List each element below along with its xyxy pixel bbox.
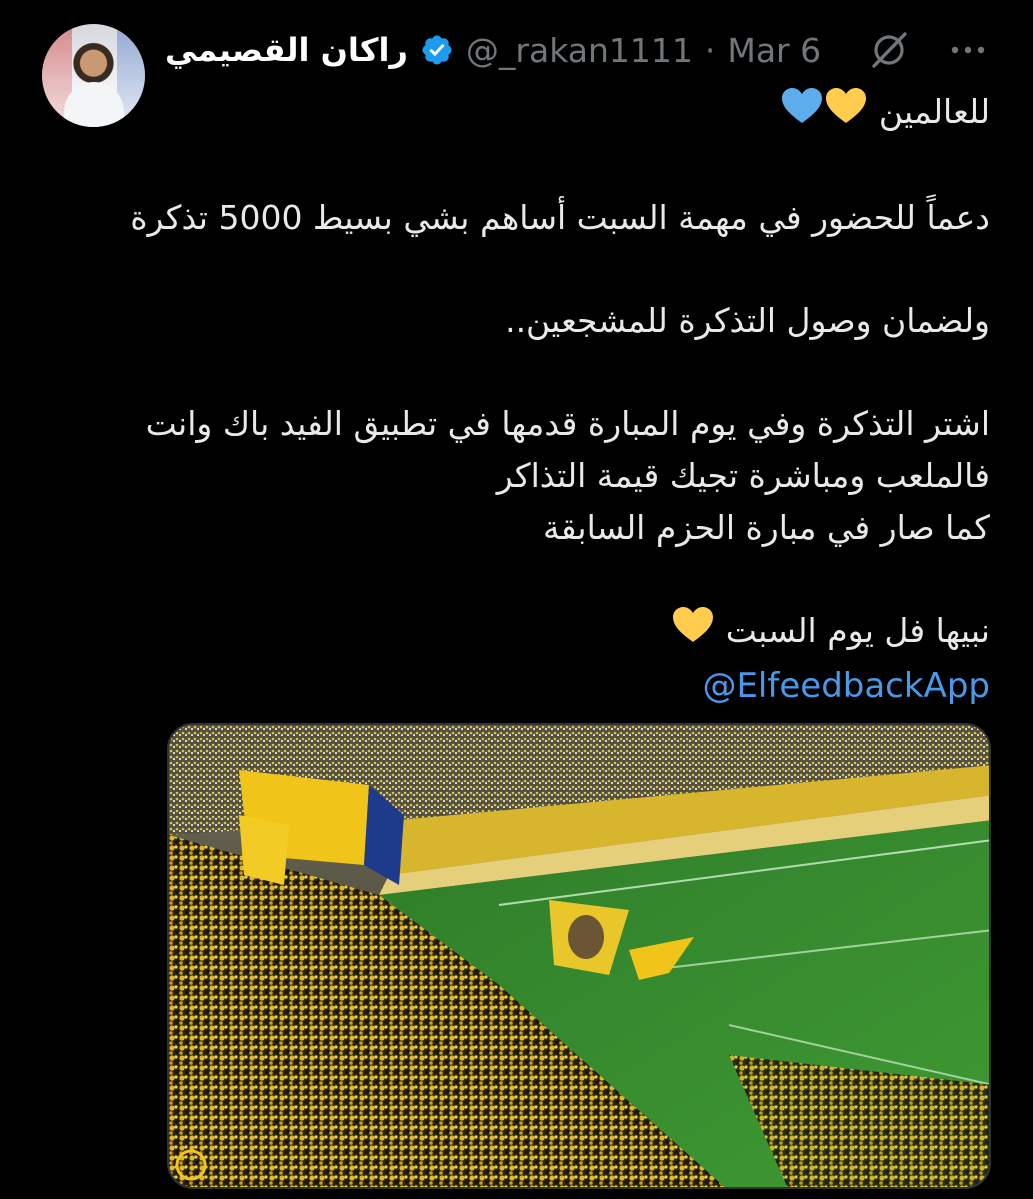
mention-link[interactable]: @ElfeedbackApp [702,660,990,712]
stadium-photo [169,725,989,1187]
author-handle[interactable]: @_rakan1111 [466,31,693,70]
tweet-line-1: للعالمين [165,86,990,141]
tweet-line-7-text: نبيها فل يوم السبت [725,611,990,650]
yellow-heart-icon [671,605,715,660]
more-options-icon[interactable] [950,45,986,55]
avatar-figure [64,82,124,127]
verified-badge-icon [420,33,454,67]
blue-heart-icon [780,86,824,141]
tweet-header: راكان القصيمي @_rakan1111 · Mar 6 [165,26,821,74]
tweet-line-2: دعماً للحضور في مهمة السبت أساهم بشي بسي… [130,198,990,237]
tweet-line-3: ولضمان وصول التذكرة للمشجعين.. [505,301,990,340]
header-actions [868,26,986,74]
yellow-heart-icon [824,86,868,141]
avatar[interactable] [42,24,145,127]
tweet-text: للعالمين دعماً للحضور في مهمة السبت أساه… [130,86,990,712]
grok-icon[interactable] [868,29,910,71]
separator-dot: · [704,30,716,70]
tweet-line-6: كما صار في مبارة الحزم السابقة [543,508,990,547]
tweet[interactable]: راكان القصيمي @_rakan1111 · Mar 6 للعالم… [0,0,1033,1199]
tweet-line-1-text: للعالمين [878,92,990,131]
tweet-date[interactable]: Mar 6 [727,31,821,70]
tweet-line-4: اشتر التذكرة وفي يوم المبارة قدمها في تط… [145,404,990,443]
tweet-line-8: @ElfeedbackApp [165,660,990,712]
tweet-line-7: نبيها فل يوم السبت [165,605,990,660]
tweet-line-5: فالملعب ومباشرة تجيك قيمة التذاكر [496,456,990,495]
author-display-name[interactable]: راكان القصيمي [165,31,408,69]
tweet-photo[interactable] [167,723,991,1189]
